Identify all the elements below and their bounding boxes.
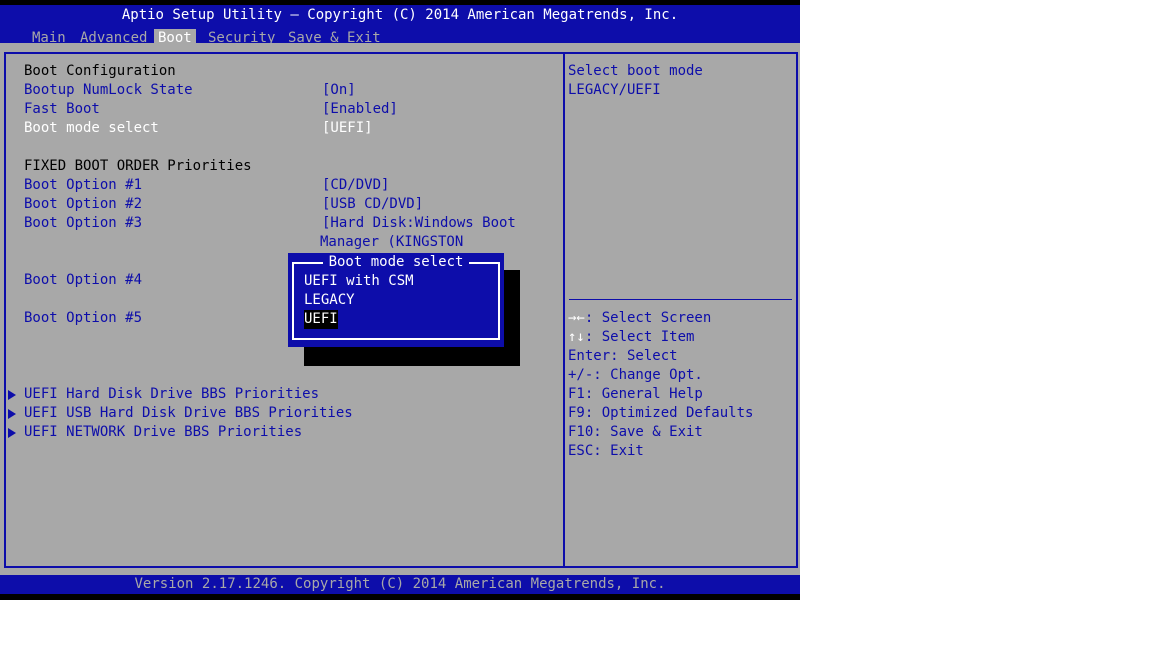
submenu-arrow-icon xyxy=(8,428,16,438)
numlock-label[interactable]: Bootup NumLock State xyxy=(24,81,193,100)
boot-option-2-label[interactable]: Boot Option #2 xyxy=(24,195,142,214)
boot-mode-value[interactable]: [UEFI] xyxy=(322,119,373,138)
help-key-enter: Enter: Select xyxy=(568,348,678,364)
boot-option-2-value[interactable]: [USB CD/DVD] xyxy=(322,195,423,214)
boot-order-heading: FIXED BOOT ORDER Priorities xyxy=(24,158,252,174)
submenu-uefi-usb-hdd[interactable]: UEFI USB Hard Disk Drive BBS Priorities xyxy=(24,404,353,423)
title-bar: Aptio Setup Utility – Copyright (C) 2014… xyxy=(0,5,800,48)
bios-screen: Aptio Setup Utility – Copyright (C) 2014… xyxy=(0,0,800,600)
popup-title: Boot mode select xyxy=(288,253,504,272)
left-right-arrows-icon: →← xyxy=(568,310,585,326)
popup-option-legacy[interactable]: LEGACY xyxy=(304,291,355,310)
submenu-uefi-hdd[interactable]: UEFI Hard Disk Drive BBS Priorities xyxy=(24,385,319,404)
boot-config-heading: Boot Configuration xyxy=(24,63,176,79)
numlock-value[interactable]: [On] xyxy=(322,81,356,100)
popup-option-uefi-csm[interactable]: UEFI with CSM xyxy=(304,272,414,291)
boot-mode-popup: Boot mode select UEFI with CSM LEGACY UE… xyxy=(288,253,504,347)
boot-option-4-label[interactable]: Boot Option #4 xyxy=(24,271,142,290)
submenu-arrow-icon xyxy=(8,409,16,419)
help-key-f9: F9: Optimized Defaults xyxy=(568,405,754,421)
boot-option-5-label[interactable]: Boot Option #5 xyxy=(24,309,142,328)
submenu-uefi-network[interactable]: UEFI NETWORK Drive BBS Priorities xyxy=(24,423,302,442)
boot-option-1-label[interactable]: Boot Option #1 xyxy=(24,176,142,195)
help-description-options: LEGACY/UEFI xyxy=(568,82,661,98)
help-key-select-item: ↑↓: Select Item xyxy=(568,329,695,345)
help-description: Select boot mode xyxy=(568,63,703,79)
fast-boot-value[interactable]: [Enabled] xyxy=(322,100,398,119)
help-key-esc: ESC: Exit xyxy=(568,443,644,459)
boot-option-3-label[interactable]: Boot Option #3 xyxy=(24,214,142,233)
up-down-arrows-icon: ↑↓ xyxy=(568,329,585,345)
boot-option-1-value[interactable]: [CD/DVD] xyxy=(322,176,389,195)
footer-version: Version 2.17.1246. Copyright (C) 2014 Am… xyxy=(0,575,800,594)
boot-mode-label[interactable]: Boot mode select xyxy=(24,119,159,138)
help-key-f10: F10: Save & Exit xyxy=(568,424,703,440)
help-key-change: +/-: Change Opt. xyxy=(568,367,703,383)
submenu-arrow-icon xyxy=(8,390,16,400)
boot-option-3-value[interactable]: [Hard Disk:Windows Boot xyxy=(322,214,516,233)
help-divider xyxy=(569,299,792,300)
fast-boot-label[interactable]: Fast Boot xyxy=(24,100,100,119)
popup-option-uefi[interactable]: UEFI xyxy=(304,310,338,329)
app-title: Aptio Setup Utility – Copyright (C) 2014… xyxy=(121,7,679,23)
help-key-f1: F1: General Help xyxy=(568,386,703,402)
boot-option-3-value-cont: Manager (KINGSTON xyxy=(320,234,464,250)
help-key-select-screen: →←: Select Screen xyxy=(568,310,712,326)
